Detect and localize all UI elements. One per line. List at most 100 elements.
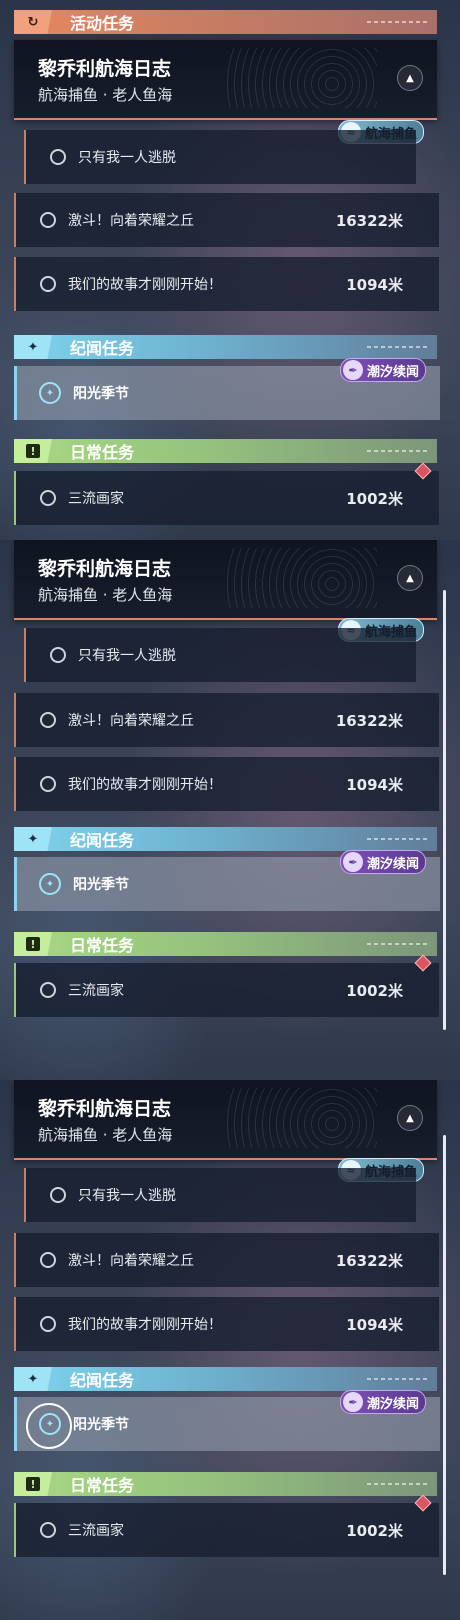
daily-task-row[interactable]: 三流画家 1002米: [14, 462, 439, 525]
main-quest-card[interactable]: 黎乔利航海日志 航海捕鱼 · 老人鱼海 ▲: [14, 40, 437, 120]
main-quest-title: 黎乔利航海日志: [38, 558, 172, 580]
task-distance: 1094米: [346, 275, 403, 294]
daily-task-name: 三流画家: [68, 983, 124, 999]
story-task-name: 阳光季节: [73, 386, 129, 402]
activity-section-label: 活动任务: [70, 14, 135, 33]
story-section-label: 纪闻任务: [70, 339, 135, 358]
task-status-icon: [50, 647, 66, 663]
header-decoration: [367, 1483, 427, 1485]
chevron-up-icon[interactable]: ▲: [397, 1105, 423, 1131]
task-row[interactable]: 激斗！向着荣耀之丘 16322米: [14, 193, 439, 247]
task-status-icon: [40, 712, 56, 728]
main-quest-card[interactable]: 黎乔利航海日志 航海捕鱼 · 老人鱼海 ▲: [14, 540, 437, 620]
quest-panel-1: ↻ 活动任务 黎乔利航海日志 航海捕鱼 · 老人鱼海 ▲ ≈ 航海捕鱼 只有我一…: [0, 0, 460, 540]
daily-section-header[interactable]: ! 日常任务: [14, 1472, 437, 1496]
topo-pattern: [227, 48, 377, 108]
chevron-up-icon[interactable]: ▲: [397, 565, 423, 591]
sparkle-icon: ✦: [14, 827, 52, 851]
daily-task-distance: 1002米: [346, 1521, 403, 1540]
quest-panel-3: 黎乔利航海日志 航海捕鱼 · 老人鱼海 ▲ ≈ 航海捕鱼 只有我一人逃脱 激斗！…: [0, 1080, 460, 1620]
sparkle-icon: ✦: [14, 335, 52, 359]
focus-ring-indicator: [26, 1403, 72, 1449]
task-status-icon: [40, 1252, 56, 1268]
task-status-icon: [50, 149, 66, 165]
task-status-icon: [50, 1187, 66, 1203]
exclamation-icon: !: [14, 439, 52, 463]
tide-tag-label: 潮汐续闻: [367, 1396, 420, 1412]
task-row[interactable]: 激斗！向着荣耀之丘 16322米: [14, 1233, 439, 1287]
story-section-header[interactable]: ✦ 纪闻任务: [14, 335, 437, 359]
story-section-header[interactable]: ✦ 纪闻任务: [14, 1367, 437, 1391]
tide-tag: ✒ 潮汐续闻: [340, 850, 427, 874]
compass-star-icon: ✦: [39, 873, 61, 895]
alert-diamond-icon: [414, 1494, 432, 1512]
alert-diamond-icon: [414, 462, 432, 480]
task-name: 激斗！向着荣耀之丘: [68, 1253, 194, 1269]
task-distance: 16322米: [335, 711, 403, 730]
task-name: 我们的故事才刚刚开始！: [68, 1317, 222, 1333]
story-task-name: 阳光季节: [73, 877, 129, 893]
header-decoration: [367, 21, 427, 23]
task-name: 我们的故事才刚刚开始！: [68, 777, 222, 793]
compass-star-icon: ✦: [39, 382, 61, 404]
daily-task-row[interactable]: 三流画家 1002米: [14, 954, 439, 1017]
daily-task-row[interactable]: 三流画家 1002米: [14, 1494, 439, 1557]
header-decoration: [367, 943, 427, 945]
task-status-icon: [40, 982, 56, 998]
exclamation-icon: !: [14, 932, 52, 956]
activity-refresh-icon: ↻: [14, 10, 52, 34]
sparkle-icon: ✦: [14, 1367, 52, 1391]
task-status-icon: [40, 1522, 56, 1538]
topo-pattern: [227, 548, 377, 608]
quill-icon: ✒: [343, 360, 363, 380]
story-section-header[interactable]: ✦ 纪闻任务: [14, 827, 437, 851]
main-quest-card[interactable]: 黎乔利航海日志 航海捕鱼 · 老人鱼海 ▲: [14, 1080, 437, 1160]
main-quest-title: 黎乔利航海日志: [38, 58, 172, 80]
task-status-icon: [40, 1316, 56, 1332]
task-row[interactable]: 只有我一人逃脱: [24, 130, 416, 184]
header-decoration: [367, 1378, 427, 1380]
task-name: 只有我一人逃脱: [78, 150, 176, 166]
story-task-name: 阳光季节: [73, 1417, 129, 1433]
main-quest-subtitle: 航海捕鱼 · 老人鱼海: [38, 586, 173, 604]
tide-tag: ✒ 潮汐续闻: [340, 1390, 427, 1414]
daily-task-name: 三流画家: [68, 491, 124, 507]
main-quest-subtitle: 航海捕鱼 · 老人鱼海: [38, 1126, 173, 1144]
quill-icon: ✒: [343, 852, 363, 872]
task-row[interactable]: 只有我一人逃脱: [24, 1168, 416, 1222]
chevron-up-icon[interactable]: ▲: [397, 65, 423, 91]
daily-section-label: 日常任务: [70, 443, 135, 462]
task-distance: 1094米: [346, 775, 403, 794]
task-status-icon: [40, 212, 56, 228]
tide-tag-label: 潮汐续闻: [367, 856, 420, 872]
task-name: 只有我一人逃脱: [78, 648, 176, 664]
daily-task-distance: 1002米: [346, 981, 403, 1000]
task-status-icon: [40, 276, 56, 292]
daily-section-header[interactable]: ! 日常任务: [14, 932, 437, 956]
task-row[interactable]: 我们的故事才刚刚开始！ 1094米: [14, 257, 439, 311]
daily-section-header[interactable]: ! 日常任务: [14, 439, 437, 463]
tide-tag: ✒ 潮汐续闻: [340, 358, 427, 382]
topo-pattern: [227, 1088, 377, 1148]
daily-section-label: 日常任务: [70, 936, 135, 955]
task-name: 我们的故事才刚刚开始！: [68, 277, 222, 293]
alert-diamond-icon: [414, 954, 432, 972]
daily-section-label: 日常任务: [70, 1476, 135, 1495]
task-status-icon: [40, 490, 56, 506]
task-row[interactable]: 只有我一人逃脱: [24, 628, 416, 682]
task-row[interactable]: 激斗！向着荣耀之丘 16322米: [14, 693, 439, 747]
header-decoration: [367, 838, 427, 840]
main-quest-subtitle: 航海捕鱼 · 老人鱼海: [38, 86, 173, 104]
task-distance: 1094米: [346, 1315, 403, 1334]
task-distance: 16322米: [335, 1251, 403, 1270]
header-decoration: [367, 346, 427, 348]
task-row[interactable]: 我们的故事才刚刚开始！ 1094米: [14, 757, 439, 811]
exclamation-icon: !: [14, 1472, 52, 1496]
task-distance: 16322米: [335, 211, 403, 230]
quill-icon: ✒: [343, 1392, 363, 1412]
activity-section-header[interactable]: ↻ 活动任务: [14, 10, 437, 34]
tide-tag-label: 潮汐续闻: [367, 364, 420, 380]
task-name: 激斗！向着荣耀之丘: [68, 713, 194, 729]
task-row[interactable]: 我们的故事才刚刚开始！ 1094米: [14, 1297, 439, 1351]
header-decoration: [367, 450, 427, 452]
